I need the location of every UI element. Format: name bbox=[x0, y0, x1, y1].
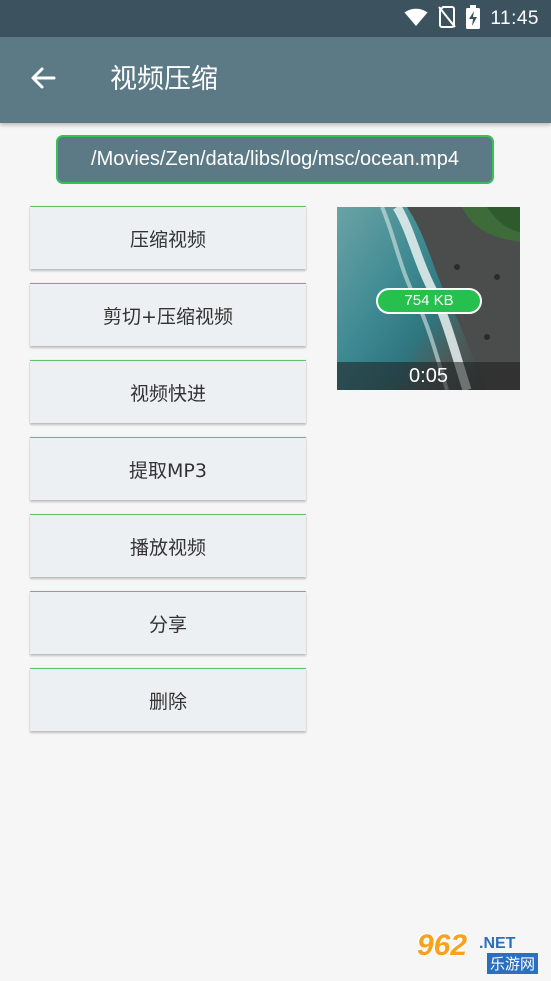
extract-mp3-button[interactable]: 提取MP3 bbox=[30, 437, 306, 500]
watermark-suffix: .NET bbox=[479, 935, 516, 952]
play-video-button[interactable]: 播放视频 bbox=[30, 514, 306, 577]
clock: 11:45 bbox=[490, 7, 539, 29]
page-title: 视频压缩 bbox=[110, 64, 218, 95]
cut-compress-video-button[interactable]: 剪切+压缩视频 bbox=[30, 283, 306, 346]
delete-button[interactable]: 删除 bbox=[30, 668, 306, 731]
back-arrow-icon bbox=[30, 65, 56, 95]
app-toolbar: 视频压缩 bbox=[0, 37, 551, 123]
wifi-icon bbox=[404, 7, 428, 31]
file-size-badge: 754 KB bbox=[376, 288, 482, 314]
status-bar: 11:45 bbox=[0, 0, 551, 37]
file-path-field[interactable]: /Movies/Zen/data/libs/log/msc/ocean.mp4 bbox=[56, 135, 494, 184]
video-thumbnail[interactable]: 754 KB 0:05 bbox=[337, 207, 520, 390]
no-sim-icon bbox=[438, 5, 457, 32]
share-button[interactable]: 分享 bbox=[30, 591, 306, 654]
battery-charging-icon bbox=[466, 4, 481, 33]
compress-video-button[interactable]: 压缩视频 bbox=[30, 206, 306, 269]
video-duration: 0:05 bbox=[337, 362, 520, 390]
site-watermark: 962 .NET 乐游网 bbox=[413, 929, 545, 974]
status-icons: 11:45 bbox=[404, 0, 539, 37]
fast-forward-video-button[interactable]: 视频快进 bbox=[30, 360, 306, 423]
watermark-text: 乐游网 bbox=[487, 953, 539, 974]
action-list: 压缩视频 剪切+压缩视频 视频快进 提取MP3 播放视频 分享 删除 bbox=[30, 206, 306, 745]
back-button[interactable] bbox=[22, 59, 64, 101]
watermark-number: 962 bbox=[417, 929, 468, 962]
